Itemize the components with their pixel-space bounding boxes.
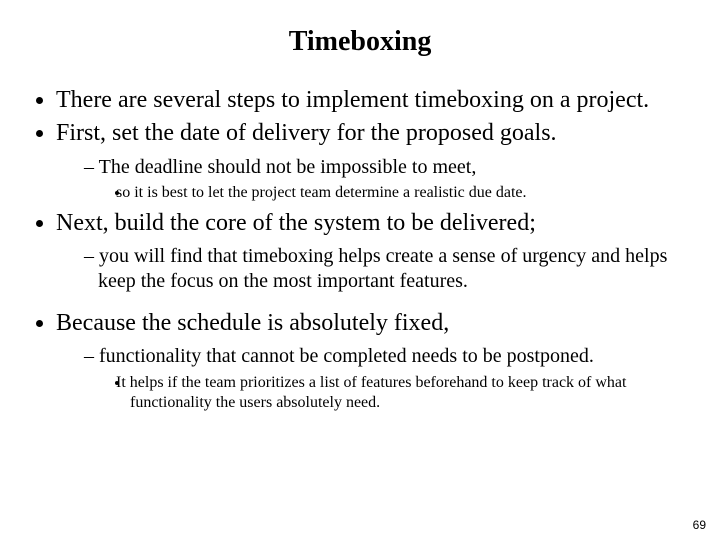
bullet-text: It helps if the team prioritizes a list … bbox=[116, 374, 626, 411]
bullet-item: First, set the date of delivery for the … bbox=[56, 119, 690, 203]
bullet-list-level3: so it is best to let the project team de… bbox=[98, 183, 690, 203]
bullet-list-level2: The deadline should not be impossible to… bbox=[56, 155, 690, 203]
bullet-text: you will find that timeboxing helps crea… bbox=[98, 245, 667, 291]
bullet-item: functionality that cannot be completed n… bbox=[84, 344, 690, 412]
page-number: 69 bbox=[693, 518, 706, 532]
bullet-item: The deadline should not be impossible to… bbox=[84, 155, 690, 203]
bullet-text: There are several steps to implement tim… bbox=[56, 87, 649, 113]
bullet-list-level1: Because the schedule is absolutely fixed… bbox=[30, 309, 690, 413]
bullet-item: Next, build the core of the system to be… bbox=[56, 209, 690, 293]
bullet-text: functionality that cannot be completed n… bbox=[99, 345, 594, 367]
bullet-list-level1: There are several steps to implement tim… bbox=[30, 86, 690, 293]
bullet-text: Because the schedule is absolutely fixed… bbox=[56, 310, 449, 336]
bullet-text: so it is best to let the project team de… bbox=[116, 184, 527, 201]
bullet-text: The deadline should not be impossible to… bbox=[99, 156, 477, 178]
bullet-list-level2: functionality that cannot be completed n… bbox=[56, 344, 690, 412]
bullet-item: It helps if the team prioritizes a list … bbox=[130, 373, 690, 413]
bullet-item: Because the schedule is absolutely fixed… bbox=[56, 309, 690, 413]
bullet-list-level2: you will find that timeboxing helps crea… bbox=[56, 244, 690, 293]
bullet-item: so it is best to let the project team de… bbox=[130, 183, 690, 203]
bullet-text: Next, build the core of the system to be… bbox=[56, 210, 536, 236]
slide-title: Timeboxing bbox=[30, 26, 690, 58]
slide: Timeboxing There are several steps to im… bbox=[0, 0, 720, 540]
bullet-text: First, set the date of delivery for the … bbox=[56, 120, 557, 146]
bullet-item: you will find that timeboxing helps crea… bbox=[84, 244, 690, 293]
spacer bbox=[30, 299, 690, 309]
bullet-list-level3: It helps if the team prioritizes a list … bbox=[98, 373, 690, 413]
bullet-item: There are several steps to implement tim… bbox=[56, 86, 690, 115]
